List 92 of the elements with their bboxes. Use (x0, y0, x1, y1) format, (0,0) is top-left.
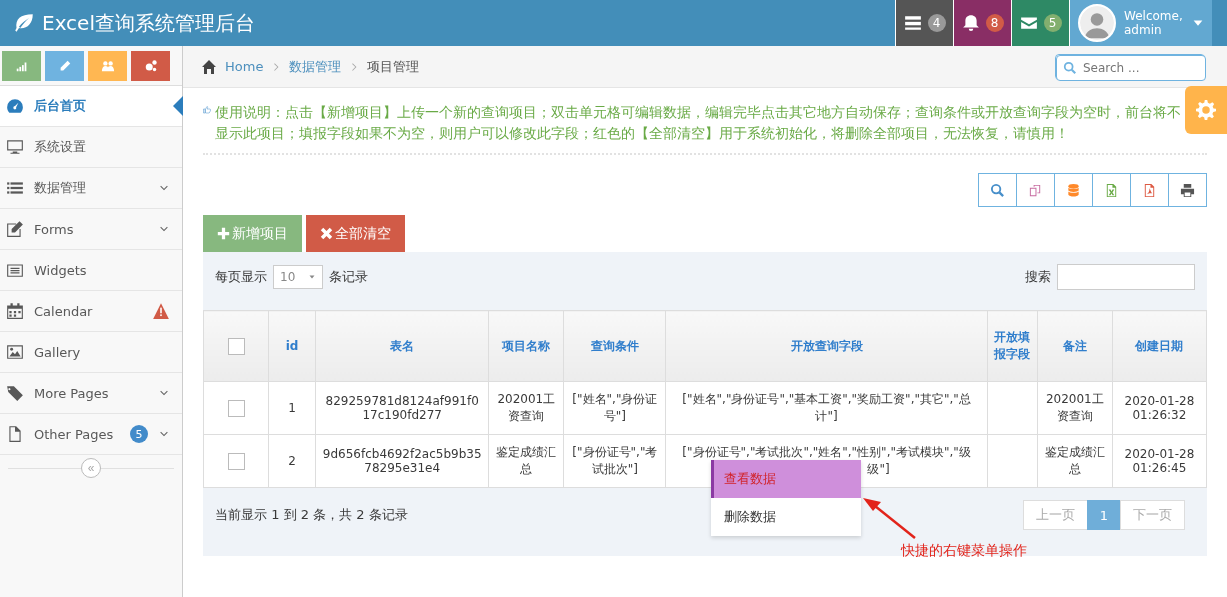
settings-button[interactable] (1185, 86, 1227, 134)
breadcrumb-link[interactable]: 项目管理 (367, 57, 420, 76)
desktop-icon (6, 138, 24, 156)
column-header[interactable]: 备注 (1037, 310, 1113, 382)
shortcut-button[interactable] (2, 51, 41, 81)
search-icon (1063, 60, 1077, 75)
tasks-icon (903, 14, 922, 32)
page-size-select[interactable]: 10 (273, 265, 323, 289)
table-cell: 鉴定成绩汇总 (488, 434, 564, 488)
row-checkbox[interactable] (227, 452, 245, 470)
excel-icon (1104, 182, 1119, 198)
table-cell: 202001工资查询 (488, 381, 564, 435)
welcome-text: Welcome, admin (1124, 9, 1183, 37)
search-field[interactable]: Search ... (1056, 54, 1206, 81)
search-button[interactable] (978, 173, 1017, 207)
gear-icon (1196, 100, 1216, 120)
row-checkbox[interactable] (227, 399, 245, 417)
column-header[interactable]: 查询条件 (563, 310, 666, 382)
widget-icon (6, 261, 24, 279)
avatar-icon (1078, 4, 1116, 42)
records-label: 条记录 (329, 268, 368, 286)
edit-icon (6, 220, 24, 238)
print-button[interactable] (1168, 173, 1207, 207)
database-button[interactable] (1054, 173, 1093, 207)
times-icon (320, 227, 333, 240)
table-cell: 829259781d8124af991f017c190fd277 (315, 381, 489, 435)
mail-icon (1019, 14, 1038, 32)
column-header[interactable]: 创建日期 (1112, 310, 1207, 382)
table-cell: 2020-01-28 01:26:45 (1112, 434, 1207, 488)
pdf-icon (1142, 182, 1157, 198)
column-header[interactable]: id (268, 310, 316, 382)
collapse-button[interactable]: « (81, 458, 101, 478)
table-cell (987, 381, 1038, 435)
table-search-field[interactable] (1057, 264, 1195, 290)
table-cell: 鉴定成绩汇总 (1037, 434, 1113, 488)
excel-button[interactable] (1092, 173, 1131, 207)
column-header[interactable]: 项目名称 (488, 310, 564, 382)
notification-count: 4 (927, 14, 946, 32)
column-header[interactable]: 开放填报字段 (987, 310, 1038, 382)
breadcrumb-link[interactable]: 数据管理 (289, 57, 342, 76)
database-icon (1066, 182, 1081, 198)
app-title: Excel查询系统管理后台 (42, 9, 255, 37)
bell-icon (961, 14, 980, 32)
records-info: 当前显示 1 到 2 条，共 2 条记录 (215, 506, 408, 524)
users-icon (100, 59, 115, 73)
print-icon (1180, 182, 1195, 198)
search-icon (990, 182, 1005, 198)
select-all-checkbox[interactable] (227, 337, 245, 355)
table-cell: 2 (268, 434, 316, 488)
bell-notification-button[interactable]: 8 (953, 0, 1011, 46)
count-badge: 5 (130, 425, 148, 443)
breadcrumb-link[interactable]: Home (225, 59, 264, 74)
shortcut-button[interactable] (45, 51, 84, 81)
usage-notice: 使用说明：点击【新增项目】上传一个新的查询项目；双击单元格可编辑数据，编辑完毕点击其它地方自动保存；查询条件或开放查询字段为空时，前台将不显示此项目；填报字段如果不为空，则用户可以修改此字段；红色的【全部清空】用于系统初始化，将删除全部项目，无法恢复，请慎用！ (215, 103, 1182, 143)
table-cell: 2020-01-28 01:26:32 (1112, 381, 1207, 435)
table-cell: ["姓名","身份证号"] (563, 381, 666, 435)
table-cell (987, 434, 1038, 488)
table-cell: ["姓名","身份证号","基本工资","奖励工资","其它","总计"] (665, 381, 988, 435)
context-menu-item[interactable]: 查看数据 (711, 460, 861, 498)
mail-notification-button[interactable]: 5 (1011, 0, 1069, 46)
shortcut-button[interactable] (131, 51, 170, 81)
annotation-arrow (861, 496, 917, 540)
caret-icon (308, 273, 316, 281)
plus-icon (217, 227, 230, 240)
annotation-text: 快捷的右键菜单操作 (901, 542, 1027, 560)
tag-icon (6, 384, 24, 402)
search-label: 搜索 (1025, 268, 1051, 286)
picture-icon (6, 343, 24, 361)
shortcut-button[interactable] (88, 51, 127, 81)
file-icon (6, 425, 24, 443)
column-header[interactable]: 开放查询字段 (665, 310, 988, 382)
calendar-icon (6, 302, 24, 320)
dashboard-icon (6, 97, 24, 115)
table-cell: ["身份证号","考试批次"] (563, 434, 666, 488)
notification-count: 5 (1043, 14, 1062, 32)
table-cell: 1 (268, 381, 316, 435)
sidebar-item[interactable]: 后台首页 (0, 86, 182, 127)
list-icon (6, 179, 24, 197)
column-header[interactable]: 表名 (315, 310, 489, 382)
notification-count: 8 (985, 14, 1004, 32)
home-icon (201, 58, 217, 75)
tasks-notification-button[interactable]: 4 (895, 0, 953, 46)
copy-icon (1028, 182, 1043, 198)
add-project-button[interactable]: 新增项目 (203, 215, 302, 252)
table-cell: 202001工资查询 (1037, 381, 1113, 435)
table-cell: 9d656fcb4692f2ac5b9b3578295e31e4 (315, 434, 489, 488)
clear-all-button[interactable]: 全部清空 (306, 215, 405, 252)
context-menu-item[interactable]: 删除数据 (711, 498, 861, 536)
user-menu[interactable]: Welcome, admin (1069, 0, 1212, 46)
leaf-icon (14, 13, 34, 33)
page-size-label: 每页显示 (215, 268, 267, 286)
copy-button[interactable] (1016, 173, 1055, 207)
